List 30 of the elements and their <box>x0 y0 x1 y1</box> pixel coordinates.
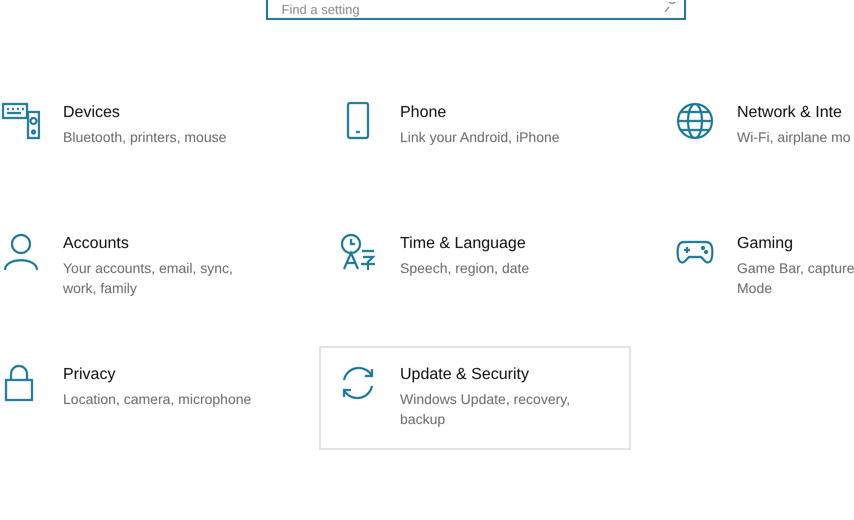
tile-title: Update & Security <box>400 365 529 385</box>
tile-description: Location, camera, microphone <box>63 390 252 409</box>
tile-description: Link your Android, iPhone <box>400 128 560 147</box>
globe-icon <box>676 102 714 140</box>
settings-tile[interactable]: Time & Language Speech, region, date <box>319 215 631 319</box>
keyboard-speaker-icon <box>2 102 40 140</box>
tile-title: Devices <box>63 103 120 123</box>
tile-description: Wi-Fi, airplane mo <box>737 128 851 147</box>
settings-tile[interactable]: Update & Security Windows Update, recovery, backup <box>319 346 631 450</box>
search-field[interactable]: Find a setting <box>266 0 686 20</box>
settings-tile[interactable]: Accounts Your accounts, email, sync, work, family <box>0 215 294 319</box>
settings-tile[interactable]: Privacy Location, camera, microphone <box>0 346 294 450</box>
clock-letter-icon <box>339 233 377 271</box>
tile-title: Gaming <box>737 234 794 254</box>
tile-description: Bluetooth, printers, mouse <box>63 128 226 147</box>
tile-title: Accounts <box>63 234 129 254</box>
settings-tile[interactable]: Gaming Game Bar, capture Mode <box>656 215 854 319</box>
tile-description: Your accounts, email, sync, work, family <box>63 259 233 298</box>
tile-title: Time & Language <box>400 234 526 254</box>
settings-tile[interactable]: Devices Bluetooth, printers, mouse <box>0 84 294 188</box>
tile-description: Windows Update, recovery, backup <box>400 390 570 429</box>
person-icon <box>2 233 40 271</box>
settings-tile[interactable]: Network & Inte Wi-Fi, airplane mo <box>656 84 854 188</box>
settings-tile[interactable]: Phone Link your Android, iPhone <box>319 84 631 188</box>
search-icon <box>662 2 676 12</box>
tile-description: Speech, region, date <box>400 259 530 278</box>
tile-title: Network & Inte <box>737 103 842 123</box>
tile-title: Privacy <box>63 365 116 385</box>
tile-title: Phone <box>400 103 446 123</box>
tile-description: Game Bar, capture Mode <box>737 259 854 298</box>
